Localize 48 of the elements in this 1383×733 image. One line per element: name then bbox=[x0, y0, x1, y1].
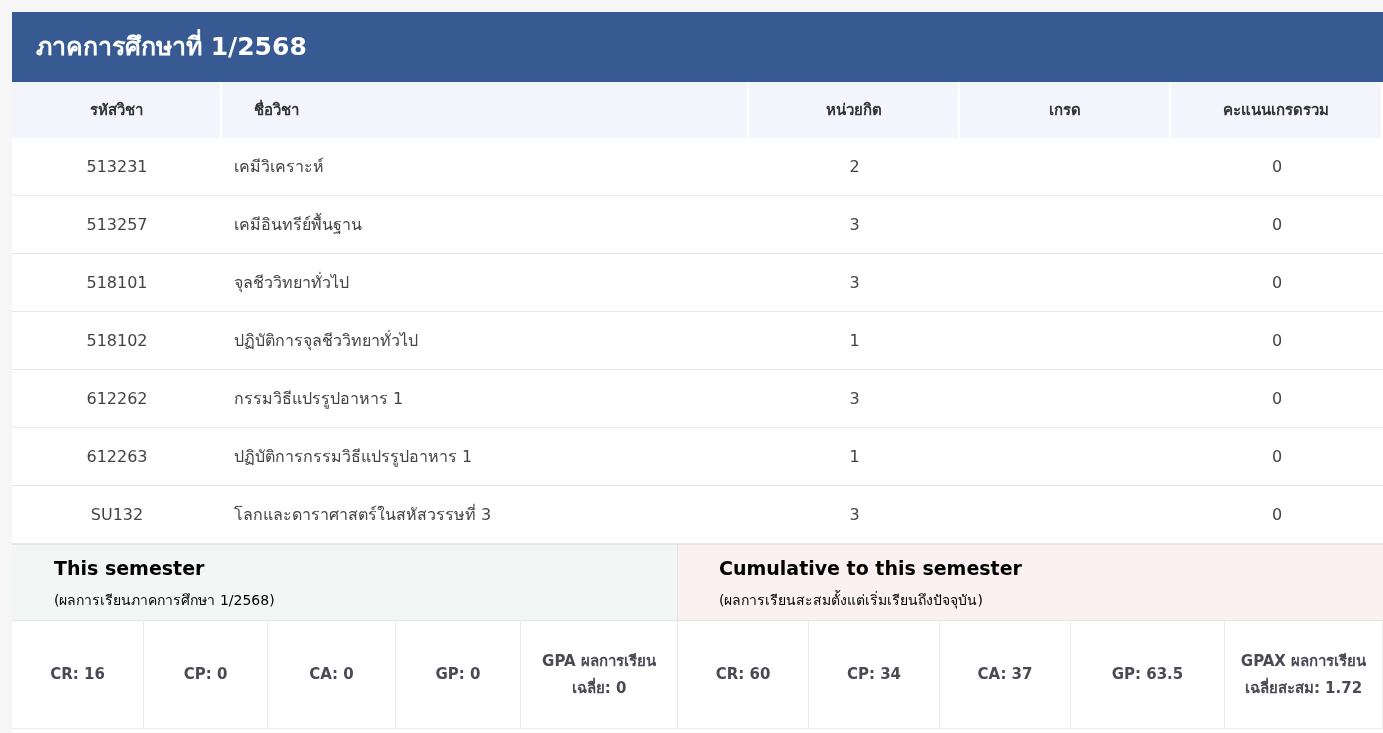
credit-cell-text: 3 bbox=[849, 213, 860, 236]
course-name: กรรมวิธีแปรรูปอาหาร 1 bbox=[234, 387, 404, 411]
stat-value: GP: 0 bbox=[435, 664, 481, 685]
summary-title: This semester bbox=[54, 555, 206, 581]
stat-value: GPA ผลการเรียนเฉลี่ย: 0 bbox=[541, 650, 657, 699]
stat-value: CP: 34 bbox=[846, 664, 902, 685]
course-name: เคมีอินทรีย์พื้นฐาน bbox=[234, 212, 362, 236]
course-code: 513257 bbox=[86, 213, 148, 236]
course-code: SU132 bbox=[90, 503, 144, 526]
credit-cell-text: 2 bbox=[849, 155, 860, 178]
column-header: เกรด bbox=[960, 82, 1171, 138]
course-code: 513231 bbox=[86, 155, 148, 178]
credit-cell-text: 3 bbox=[849, 271, 860, 294]
course-code: 518102 bbox=[86, 329, 148, 352]
column-header: รหัสวิชา bbox=[12, 82, 222, 138]
summary-title: Cumulative to this semester bbox=[719, 555, 1023, 581]
semester-title: ภาคการศึกษาที่ 1/2568 bbox=[36, 28, 307, 66]
grade-point-cell-text: 0 bbox=[1271, 387, 1283, 410]
column-header: คะแนนเกรดรวม bbox=[1171, 82, 1383, 138]
stat-value: GP: 63.5 bbox=[1111, 664, 1184, 685]
course-code: 518101 bbox=[86, 271, 148, 294]
grade-point-cell-text: 0 bbox=[1271, 503, 1283, 526]
stat-value: CR: 60 bbox=[715, 664, 771, 685]
grade-point-cell-text: 0 bbox=[1271, 271, 1283, 294]
stat-value: GPAX ผลการเรียนเฉลี่ยสะสม: 1.72 bbox=[1239, 650, 1368, 699]
course-name: ปฏิบัติการจุลชีววิทยาทั่วไป bbox=[234, 329, 418, 353]
stat-value: CA: 0 bbox=[309, 664, 354, 685]
course-name: เคมีวิเคราะห์ bbox=[234, 155, 324, 178]
summary-subtitle: (ผลการเรียนสะสมตั้งแต่เริ่มเรียนถึงปัจจุบัน) bbox=[719, 590, 984, 611]
grade-point-cell-text: 0 bbox=[1271, 155, 1283, 178]
course-code: 612262 bbox=[86, 387, 148, 410]
column-header: ชื่อวิชา bbox=[222, 82, 749, 138]
credit-cell-text: 3 bbox=[849, 387, 860, 410]
credit-cell-text: 1 bbox=[849, 445, 860, 468]
grade-point-cell-text: 0 bbox=[1271, 445, 1283, 468]
grade-point-cell-text: 0 bbox=[1271, 213, 1283, 236]
summary-subtitle: (ผลการเรียนภาคการศึกษา 1/2568) bbox=[54, 591, 276, 611]
column-header: หน่วยกิต bbox=[749, 82, 960, 138]
course-name: ปฏิบัติการกรรมวิธีแปรรูปอาหาร 1 bbox=[234, 445, 473, 469]
grade-point-cell-text: 0 bbox=[1271, 329, 1283, 352]
credit-cell-text: 1 bbox=[849, 329, 860, 352]
stat-value: CP: 0 bbox=[183, 664, 228, 685]
stat-value: CR: 16 bbox=[50, 664, 105, 685]
credit-cell-text: 3 bbox=[849, 503, 860, 526]
stat-value: CA: 37 bbox=[977, 664, 1033, 685]
course-name: จุลชีววิทยาทั่วไป bbox=[234, 271, 349, 295]
course-code: 612263 bbox=[86, 445, 148, 468]
course-name: โลกและดาราศาสตร์ในสหัสวรรษที่ 3 bbox=[234, 503, 492, 526]
